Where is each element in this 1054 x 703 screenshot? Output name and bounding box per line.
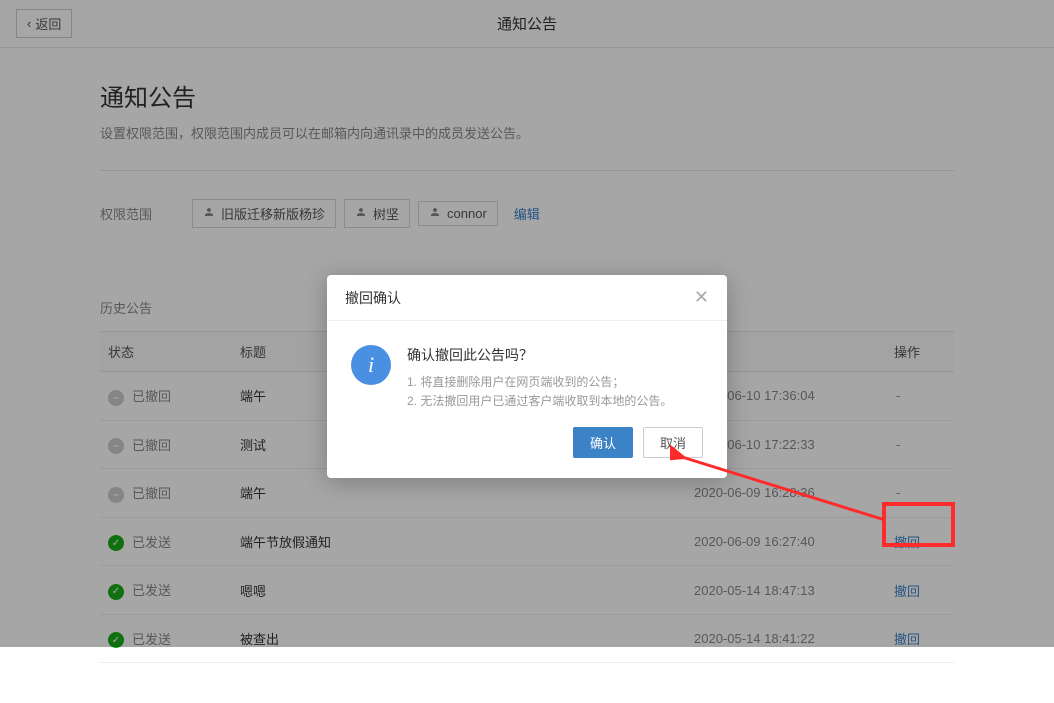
- recall-confirm-modal: 撤回确认 ✕ i 确认撤回此公告吗？ 1. 将直接删除用户在网页端收到的公告； …: [327, 275, 727, 478]
- modal-line-2: 2. 无法撤回用户已通过客户端收取到本地的公告。: [407, 392, 703, 411]
- modal-title: 撤回确认: [345, 288, 401, 308]
- modal-body: i 确认撤回此公告吗？ 1. 将直接删除用户在网页端收到的公告； 2. 无法撤回…: [327, 321, 727, 427]
- modal-header: 撤回确认 ✕: [327, 275, 727, 321]
- modal-footer: 确认 取消: [327, 427, 727, 478]
- cancel-button[interactable]: 取消: [643, 427, 703, 458]
- close-icon[interactable]: ✕: [694, 287, 709, 308]
- info-icon: i: [351, 345, 391, 385]
- modal-line-1: 1. 将直接删除用户在网页端收到的公告；: [407, 373, 703, 392]
- modal-question: 确认撤回此公告吗？: [407, 345, 703, 365]
- modal-content-text: 确认撤回此公告吗？ 1. 将直接删除用户在网页端收到的公告； 2. 无法撤回用户…: [407, 345, 703, 411]
- confirm-button[interactable]: 确认: [573, 427, 633, 458]
